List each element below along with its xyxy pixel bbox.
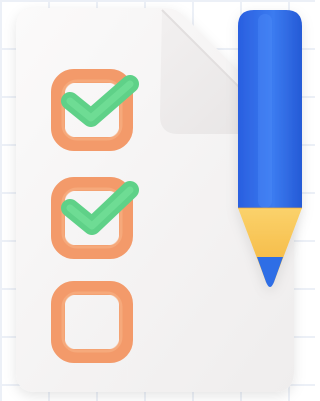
checklist-illustration (16, 8, 302, 392)
icon-canvas (0, 0, 315, 401)
